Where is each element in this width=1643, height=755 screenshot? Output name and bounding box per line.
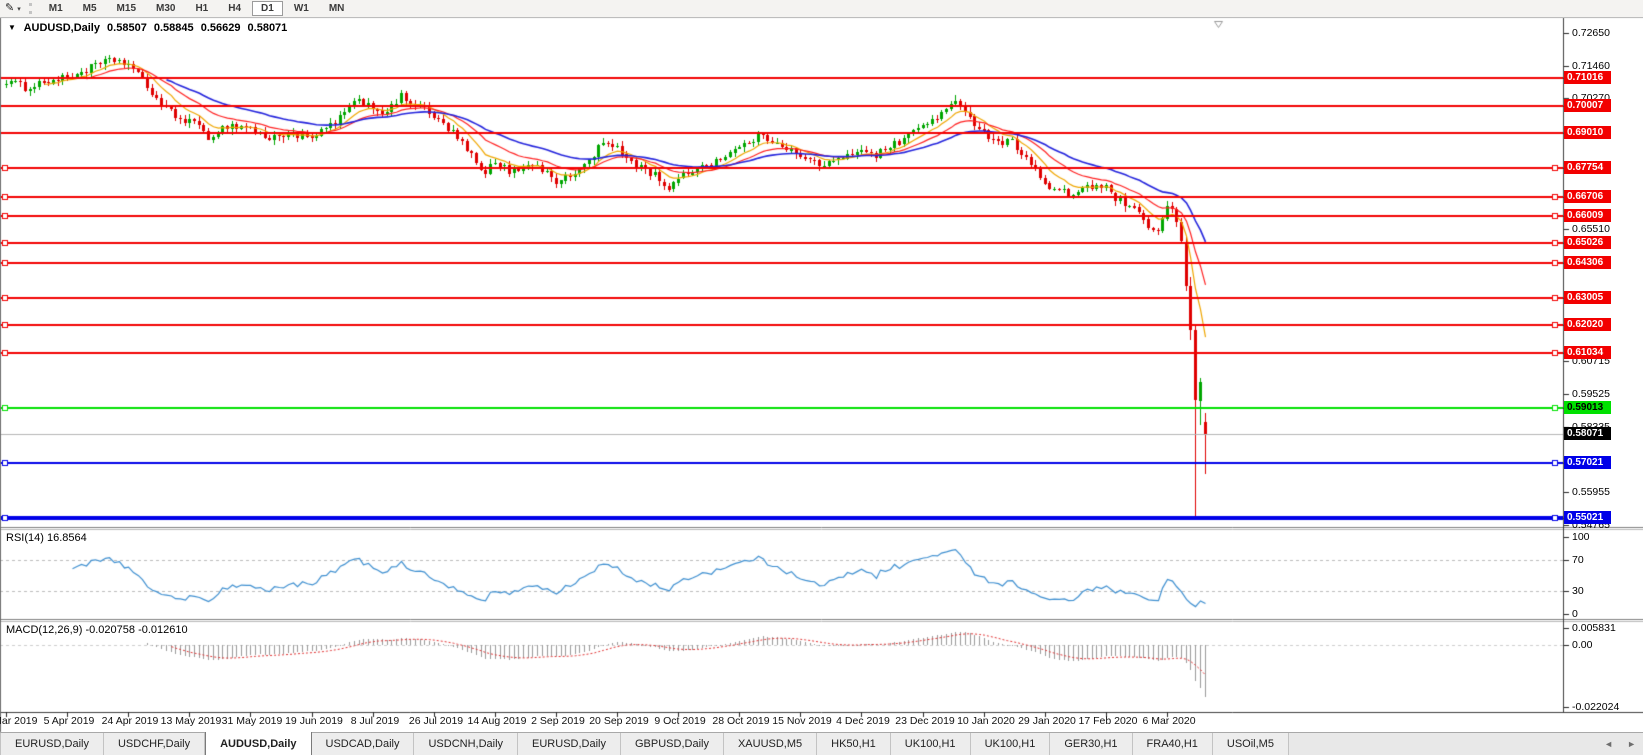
price-level-tag: 0.66009 <box>1564 209 1611 222</box>
ohlc-close-value: 0.58071 <box>248 22 288 34</box>
date-axis-label: 14 Aug 2019 <box>468 715 527 727</box>
drawing-tool-icon[interactable]: ✎ <box>5 1 14 16</box>
price-level-tag: 0.55021 <box>1564 511 1611 524</box>
price-level-tag: 0.59013 <box>1564 401 1611 414</box>
timeframe-button-m30[interactable]: M30 <box>147 1 184 16</box>
chart-tab-xauusd-m5[interactable]: XAUUSD,M5 <box>724 733 817 755</box>
price-level-tag: 0.57021 <box>1564 456 1611 469</box>
price-level-tag: 0.61034 <box>1564 346 1611 359</box>
tab-scroll-right-icon[interactable]: ► <box>1620 733 1643 755</box>
date-axis-label: 26 Jul 2019 <box>409 715 463 727</box>
date-axis-label: 23 Dec 2019 <box>895 715 955 727</box>
rsi-axis-label: 70 <box>1572 554 1584 566</box>
macd-axis-label: -0.022024 <box>1572 701 1619 713</box>
date-axis-label: 6 Mar 2020 <box>1142 715 1195 727</box>
date-axis-label: 4 Dec 2019 <box>836 715 890 727</box>
date-axis-label: 19 Jun 2019 <box>285 715 343 727</box>
timeframe-button-h1[interactable]: H1 <box>186 1 217 16</box>
date-axis-label: 31 May 2019 <box>222 715 283 727</box>
price-level-tag: 0.67754 <box>1564 161 1611 174</box>
date-axis-label: 15 Nov 2019 <box>772 715 832 727</box>
chart-tab-ger30-h1[interactable]: GER30,H1 <box>1050 733 1132 755</box>
tool-dropdown-arrow-icon[interactable]: ▾ <box>17 5 21 13</box>
chart-tab-bar: EURUSD,DailyUSDCHF,DailyAUDUSD,DailyUSDC… <box>0 732 1643 755</box>
price-axis-label: 0.65510 <box>1572 223 1610 235</box>
macd-axis-label: 0.005831 <box>1572 622 1616 634</box>
date-axis-label: 9 Oct 2019 <box>654 715 705 727</box>
chart-tab-gbpusd-daily[interactable]: GBPUSD,Daily <box>621 733 724 755</box>
price-level-tag: 0.64306 <box>1564 256 1611 269</box>
ohlc-open-value: 0.58507 <box>107 22 147 34</box>
date-axis-label: 10 Jan 2020 <box>957 715 1015 727</box>
date-axis-label: 18 Mar 2019 <box>0 715 37 727</box>
ohlc-low-value: 0.56629 <box>201 22 241 34</box>
price-level-tag: 0.63005 <box>1564 291 1611 304</box>
chart-tab-usoil-m5[interactable]: USOil,M5 <box>1213 733 1289 755</box>
date-axis-label: 29 Jan 2020 <box>1018 715 1076 727</box>
macd-axis-label: 0.00 <box>1572 639 1592 651</box>
date-axis-label: 24 Apr 2019 <box>102 715 159 727</box>
timeframe-toolbar: M1M5M15M30H1H4D1W1MN <box>39 1 355 16</box>
chart-tab-usdchf-daily[interactable]: USDCHF,Daily <box>104 733 205 755</box>
rsi-axis-label: 100 <box>1572 531 1590 543</box>
timeframe-button-h4[interactable]: H4 <box>219 1 250 16</box>
timeframe-button-m1[interactable]: M1 <box>40 1 72 16</box>
chart-title: ▼ AUDUSD,Daily 0.58507 0.58845 0.56629 0… <box>8 22 291 34</box>
timeframe-button-m15[interactable]: M15 <box>108 1 145 16</box>
rsi-axis-label: 0 <box>1572 608 1578 620</box>
price-axis-label: 0.59525 <box>1572 388 1610 400</box>
date-axis-label: 28 Oct 2019 <box>712 715 769 727</box>
chart-tab-uk100-h1[interactable]: UK100,H1 <box>891 733 971 755</box>
date-axis-label: 2 Sep 2019 <box>531 715 585 727</box>
price-axis-label: 0.55955 <box>1572 486 1610 498</box>
rsi-axis-label: 30 <box>1572 585 1584 597</box>
chart-tab-hk50-h1[interactable]: HK50,H1 <box>817 733 891 755</box>
date-axis-label: 8 Jul 2019 <box>351 715 399 727</box>
chart-tab-usdcnh-daily[interactable]: USDCNH,Daily <box>414 733 518 755</box>
chart-tab-eurusd-daily[interactable]: EURUSD,Daily <box>0 733 104 755</box>
rsi-indicator-label: RSI(14) 16.8564 <box>6 532 87 544</box>
price-level-tag: 0.62020 <box>1564 318 1611 331</box>
chart-tab-uk100-h1[interactable]: UK100,H1 <box>971 733 1051 755</box>
chart-tab-fra40-h1[interactable]: FRA40,H1 <box>1133 733 1213 755</box>
tab-scroll-left-icon[interactable]: ◄ <box>1597 733 1620 755</box>
price-level-tag: 0.69010 <box>1564 126 1611 139</box>
top-toolbar: ✎ ▾ M1M5M15M30H1H4D1W1MN <box>0 0 1643 18</box>
chart-tab-audusd-daily[interactable]: AUDUSD,Daily <box>205 732 311 755</box>
toolbar-grip-handle[interactable] <box>29 3 32 14</box>
date-axis-label: 13 May 2019 <box>161 715 222 727</box>
price-level-tag: 0.71016 <box>1564 71 1611 84</box>
chart-tab-usdcad-daily[interactable]: USDCAD,Daily <box>312 733 415 755</box>
chart-canvas[interactable] <box>0 0 1643 755</box>
date-axis-label: 17 Feb 2020 <box>1079 715 1138 727</box>
price-level-tag: 0.66706 <box>1564 190 1611 203</box>
chart-symbol-label: AUDUSD,Daily <box>24 22 100 34</box>
price-axis-label: 0.72650 <box>1572 27 1610 39</box>
chart-tab-eurusd-daily[interactable]: EURUSD,Daily <box>518 733 621 755</box>
timeframe-button-mn[interactable]: MN <box>320 1 354 16</box>
date-axis-label: 5 Apr 2019 <box>44 715 95 727</box>
macd-indicator-label: MACD(12,26,9) -0.020758 -0.012610 <box>6 624 188 636</box>
date-axis-label: 20 Sep 2019 <box>589 715 649 727</box>
trading-platform-window: { "toolbar": { "drawing_tool_glyph": "✎"… <box>0 0 1643 755</box>
timeframe-button-d1[interactable]: D1 <box>252 1 283 16</box>
ohlc-high-value: 0.58845 <box>154 22 194 34</box>
timeframe-button-m5[interactable]: M5 <box>74 1 106 16</box>
current-price-tag: 0.58071 <box>1564 427 1611 440</box>
price-level-tag: 0.65026 <box>1564 236 1611 249</box>
tab-bar-spacer <box>1289 733 1597 755</box>
timeframe-button-w1[interactable]: W1 <box>285 1 318 16</box>
collapse-chart-icon[interactable]: ▼ <box>8 23 16 32</box>
price-level-tag: 0.70007 <box>1564 99 1611 112</box>
